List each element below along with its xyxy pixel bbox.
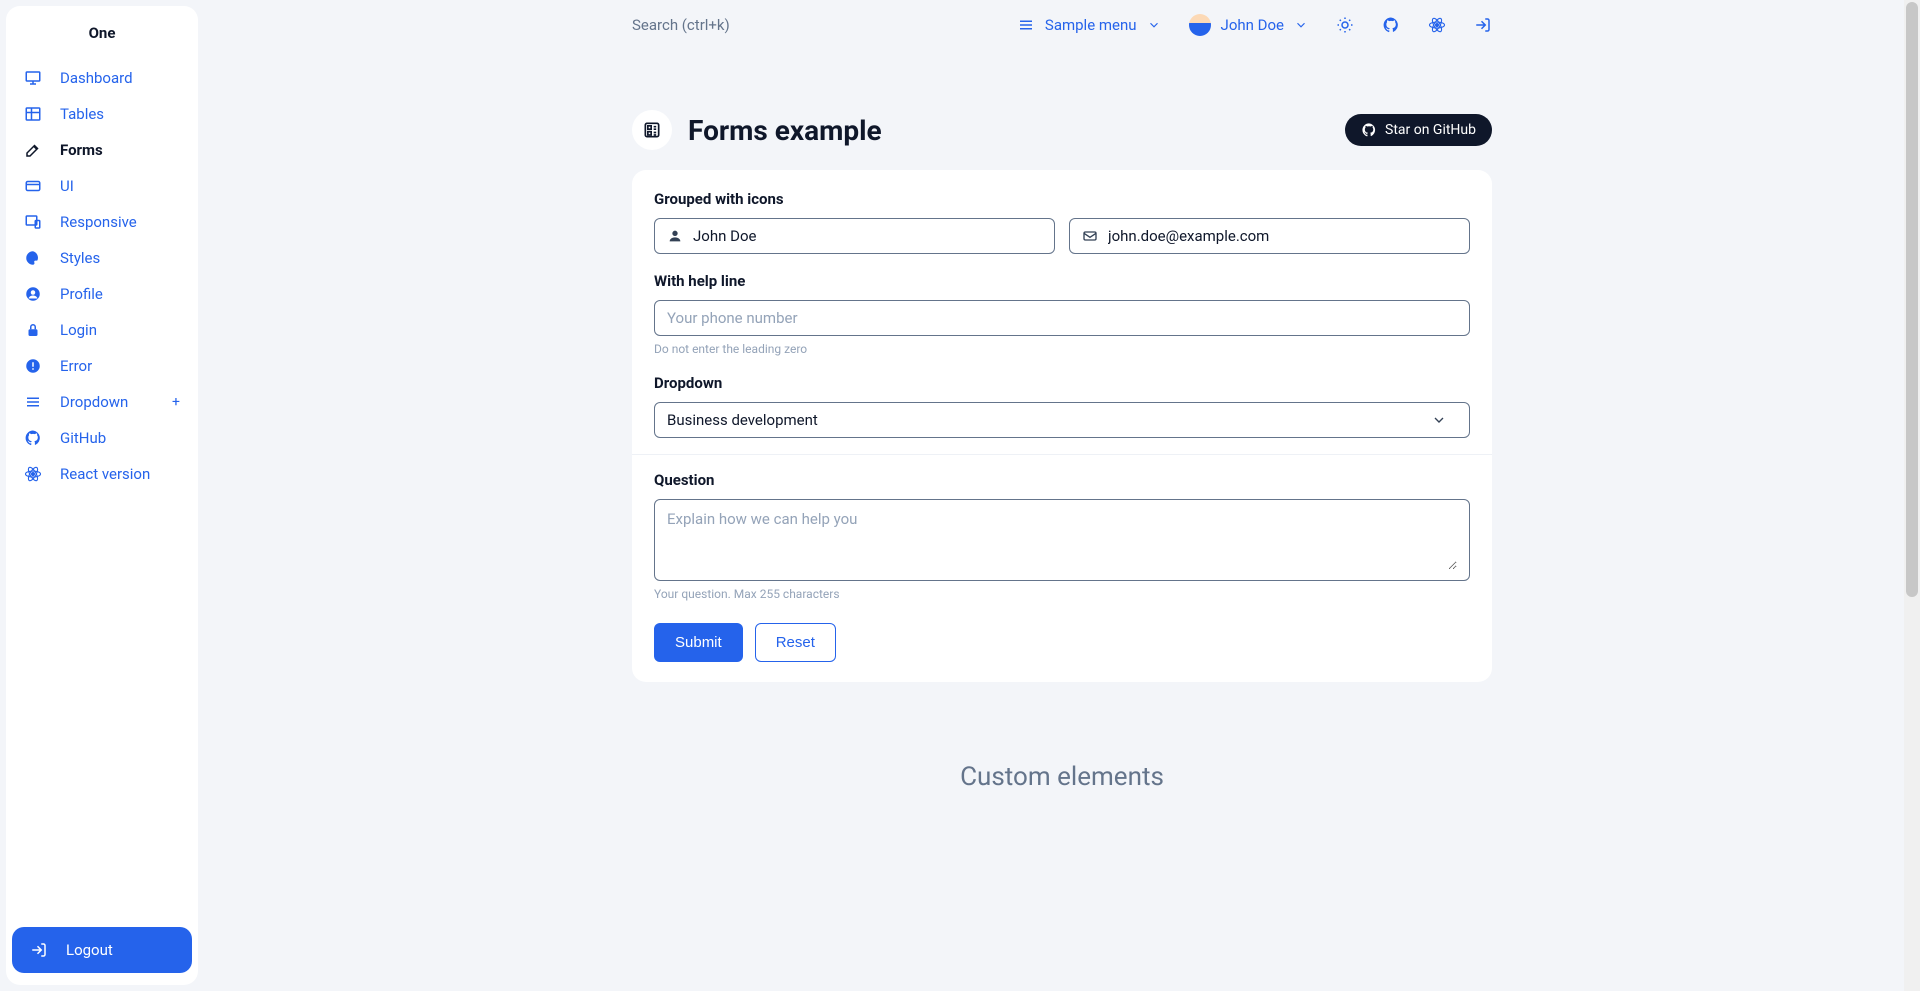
sidebar-item-dropdown[interactable]: Dropdown + (12, 384, 192, 420)
sidebar-item-label: Error (60, 357, 92, 375)
sidebar-item-styles[interactable]: Styles (12, 240, 192, 276)
logout-label: Logout (66, 941, 113, 959)
card-icon (24, 177, 42, 195)
dropdown-select[interactable]: Business development (667, 411, 1457, 429)
lock-icon (24, 321, 42, 339)
table-icon (24, 105, 42, 123)
custom-elements-heading: Custom elements (632, 762, 1492, 792)
submit-button[interactable]: Submit (654, 623, 743, 662)
page-icon-wrap (632, 110, 672, 150)
logout-button[interactable]: Logout (12, 927, 192, 973)
star-github-label: Star on GitHub (1385, 122, 1476, 138)
react-icon (1428, 16, 1446, 34)
plus-icon: + (172, 394, 180, 410)
name-input-wrap (654, 218, 1055, 254)
user-icon (667, 228, 683, 244)
sidebar-item-label: Responsive (60, 213, 137, 231)
logout-icon (30, 941, 48, 959)
react-icon (24, 465, 42, 483)
sidebar-item-error[interactable]: Error (12, 348, 192, 384)
sample-menu-dropdown[interactable]: Sample menu (1017, 16, 1161, 34)
question-textarea[interactable] (667, 510, 1457, 570)
mail-icon (1082, 228, 1098, 244)
theme-icon (1336, 16, 1354, 34)
logout-icon (1474, 16, 1492, 34)
sidebar-item-tables[interactable]: Tables (12, 96, 192, 132)
github-icon (1361, 122, 1377, 138)
github-link[interactable] (1382, 16, 1400, 34)
sidebar-item-label: Tables (60, 105, 104, 123)
dropdown-wrap: Business development (654, 402, 1470, 438)
sidebar-item-label: React version (60, 465, 150, 483)
alert-icon (24, 357, 42, 375)
dropdown-label: Dropdown (654, 374, 1470, 392)
brand-title: One (6, 24, 198, 54)
star-github-button[interactable]: Star on GitHub (1345, 114, 1492, 146)
main-content: Search (ctrl+k) Sample menu John Doe (204, 0, 1920, 991)
question-label: Question (654, 471, 1470, 489)
sidebar-item-label: GitHub (60, 429, 106, 447)
sidebar: One Dashboard Tables Forms UI Responsive (6, 6, 198, 985)
reset-button[interactable]: Reset (755, 623, 836, 662)
chevron-down-icon (1294, 18, 1308, 32)
email-input[interactable] (1108, 227, 1457, 245)
edit-icon (24, 141, 42, 159)
scrollbar-thumb[interactable] (1906, 2, 1918, 597)
sample-menu-label: Sample menu (1045, 16, 1137, 34)
react-link[interactable] (1428, 16, 1446, 34)
question-wrap (654, 499, 1470, 581)
sidebar-item-github[interactable]: GitHub (12, 420, 192, 456)
email-input-wrap (1069, 218, 1470, 254)
sidebar-item-login[interactable]: Login (12, 312, 192, 348)
list-icon (24, 393, 42, 411)
search-input[interactable]: Search (ctrl+k) (632, 16, 730, 34)
menu-icon (1017, 16, 1035, 34)
phone-input[interactable] (667, 309, 1457, 327)
sidebar-nav: Dashboard Tables Forms UI Responsive Sty (6, 54, 198, 921)
user-name-label: John Doe (1221, 16, 1284, 34)
sidebar-item-dashboard[interactable]: Dashboard (12, 60, 192, 96)
name-input[interactable] (693, 227, 1042, 245)
github-icon (1382, 16, 1400, 34)
sidebar-item-label: Forms (60, 141, 103, 159)
question-help-text: Your question. Max 255 characters (654, 587, 1470, 601)
form-card: Grouped with icons With help line (632, 170, 1492, 682)
avatar (1189, 14, 1211, 36)
user-menu-dropdown[interactable]: John Doe (1189, 14, 1308, 36)
phone-help-text: Do not enter the leading zero (654, 342, 1470, 356)
sidebar-item-profile[interactable]: Profile (12, 276, 192, 312)
scrollbar[interactable] (1904, 0, 1920, 991)
sidebar-item-label: Profile (60, 285, 103, 303)
sidebar-item-responsive[interactable]: Responsive (12, 204, 192, 240)
palette-icon (24, 249, 42, 267)
help-line-label: With help line (654, 272, 1470, 290)
sidebar-item-label: Login (60, 321, 97, 339)
user-circle-icon (24, 285, 42, 303)
sidebar-item-label: Dropdown (60, 393, 128, 411)
github-icon (24, 429, 42, 447)
sidebar-item-label: UI (60, 177, 74, 195)
sidebar-item-label: Styles (60, 249, 100, 267)
page-title: Forms example (688, 114, 882, 147)
responsive-icon (24, 213, 42, 231)
theme-toggle-button[interactable] (1336, 16, 1354, 34)
sidebar-item-forms[interactable]: Forms (12, 132, 192, 168)
sidebar-item-label: Dashboard (60, 69, 133, 87)
sidebar-item-ui[interactable]: UI (12, 168, 192, 204)
chevron-down-icon (1147, 18, 1161, 32)
grouped-icons-label: Grouped with icons (654, 190, 1470, 208)
phone-input-wrap (654, 300, 1470, 336)
signout-button[interactable] (1474, 16, 1492, 34)
monitor-icon (24, 69, 42, 87)
ballot-icon (642, 120, 662, 140)
sidebar-item-react[interactable]: React version (12, 456, 192, 492)
